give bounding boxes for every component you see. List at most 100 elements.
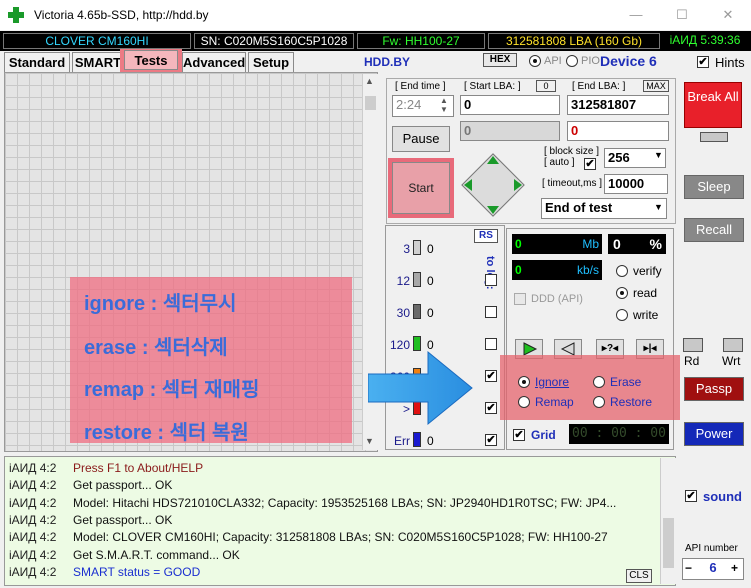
percent-value: 0 — [613, 236, 621, 252]
pio-label: PIO — [581, 55, 600, 67]
recall-button[interactable]: Recall — [684, 218, 744, 242]
block-color-swatch — [413, 304, 421, 319]
to-log-checkbox[interactable] — [485, 306, 497, 318]
sleep-button[interactable]: Sleep — [684, 175, 744, 199]
log-source: іАИД 4:2 — [9, 495, 57, 510]
end-action-dropdown-icon[interactable]: ▼ — [654, 202, 663, 212]
rs-button[interactable]: RS — [474, 229, 498, 243]
block-color-swatch — [413, 336, 421, 351]
pause-button[interactable]: Pause — [392, 126, 450, 152]
scroll-up-icon[interactable]: ▲ — [365, 76, 374, 86]
annotation-ignore: ignore : 섹터무시 — [84, 293, 237, 315]
end-lba-field-2[interactable]: 0 — [567, 121, 669, 141]
to-log-checkbox[interactable]: ✔ — [485, 402, 497, 414]
ddd-checkbox[interactable] — [514, 293, 526, 305]
read-radio[interactable] — [616, 287, 628, 299]
block-time-label: 3 — [403, 242, 410, 256]
erase-radio[interactable] — [593, 376, 605, 388]
auto-checkbox[interactable]: ✔ — [584, 158, 596, 170]
sound-checkbox[interactable]: ✔ — [685, 490, 697, 502]
verify-radio[interactable] — [616, 265, 628, 277]
log-message: Press F1 to About/HELP — [73, 461, 204, 475]
block-time-label: Err — [394, 434, 410, 448]
speed-unit: kb/s — [576, 263, 599, 277]
drive-model: CLOVER CM160HI — [3, 33, 191, 49]
log-source: іАИД 4:2 — [9, 478, 57, 493]
restore-label: Restore — [610, 395, 653, 409]
elapsed-timer: 00 : 00 : 00 — [569, 424, 669, 444]
speed-display: 0 kb/s — [512, 260, 602, 280]
log-source: іАИД 4:2 — [9, 512, 57, 527]
erase-label: Erase — [610, 375, 642, 389]
block-time-label: 30 — [396, 306, 410, 320]
start-button[interactable]: Start — [392, 162, 450, 214]
ignore-radio[interactable] — [518, 376, 530, 388]
power-button[interactable]: Power — [684, 422, 744, 446]
log-message: Model: Hitachi HDS721010CLA332; Capacity… — [73, 495, 617, 510]
tab-smart[interactable]: SMART — [72, 52, 124, 72]
mb-display: 0 Mb — [512, 234, 602, 254]
block-color-swatch — [413, 240, 421, 255]
log-message: Get passport... OK — [73, 512, 173, 527]
api-plus-icon[interactable]: + — [731, 561, 738, 575]
log-message: Get passport... OK — [73, 478, 173, 493]
scroll-down-icon[interactable]: ▼ — [365, 436, 374, 446]
hex-button[interactable]: HEX — [483, 53, 517, 67]
block-count: 0 — [427, 434, 434, 448]
end-lba-field[interactable]: 312581807 — [567, 95, 669, 115]
to-log-checkbox[interactable] — [485, 274, 497, 286]
clock: іАИД 5:39:36 — [669, 33, 741, 47]
title-bar: Victoria 4.65b-SSD, http://hdd.by — ☐ ✕ — [0, 0, 751, 30]
scroll-thumb[interactable] — [365, 96, 376, 110]
annotation-erase: erase : 섹터삭제 — [84, 337, 228, 359]
end-time-label: [ End time ] — [395, 81, 446, 92]
block-color-swatch — [413, 432, 421, 447]
seek-icon: ▸?◂ — [601, 343, 619, 354]
hints-checkbox[interactable]: ✔ — [697, 56, 709, 68]
ddd-label: DDD (API) — [531, 293, 583, 305]
api-radio[interactable] — [529, 55, 541, 67]
verify-label: verify — [633, 264, 662, 278]
grid-checkbox[interactable]: ✔ — [513, 429, 525, 441]
tab-tests[interactable]: Tests — [124, 50, 178, 70]
remap-radio[interactable] — [518, 396, 530, 408]
mode-highlight — [500, 355, 680, 420]
maximize-button[interactable]: ☐ — [659, 0, 705, 30]
log-scrollbar[interactable] — [660, 458, 676, 584]
start-lba-field[interactable]: 0 — [460, 95, 560, 115]
tab-setup[interactable]: Setup — [248, 52, 294, 72]
to-log-checkbox[interactable]: ✔ — [485, 434, 497, 446]
speed-value: 0 — [515, 263, 522, 277]
brand-label: HDD.BY — [364, 55, 411, 69]
wrt-label: Wrt — [722, 354, 741, 368]
block-size-dropdown-icon[interactable]: ▼ — [654, 150, 663, 160]
minimize-button[interactable]: — — [613, 0, 659, 30]
passp-button[interactable]: Passp — [684, 377, 744, 401]
write-radio[interactable] — [616, 309, 628, 321]
pio-radio[interactable] — [566, 55, 578, 67]
close-button[interactable]: ✕ — [705, 0, 751, 30]
to-log-checkbox[interactable]: ✔ — [485, 370, 497, 382]
restore-radio[interactable] — [593, 396, 605, 408]
tab-advanced[interactable]: Advanced — [182, 52, 246, 72]
tab-standard[interactable]: Standard — [4, 52, 70, 72]
start-lba-zero-button[interactable]: 0 — [536, 80, 556, 92]
block-size-text: [ block size ] — [544, 146, 600, 157]
log-scroll-thumb[interactable] — [663, 518, 674, 568]
drive-info-bar: CLOVER CM160HI SN: C020M5S160C5P1028 Fw:… — [0, 31, 751, 51]
break-all-button[interactable]: Break All — [684, 82, 742, 128]
api-minus-icon[interactable]: − — [685, 561, 692, 575]
direction-pad[interactable] — [460, 152, 526, 218]
to-log-checkbox[interactable] — [485, 338, 497, 350]
end-lba-label: [ End LBA: ] — [572, 81, 626, 92]
annotation-restore: restore : 섹터 복원 — [84, 422, 249, 444]
log-message: Get S.M.A.R.T. command... OK — [73, 547, 240, 562]
read-label: read — [633, 286, 658, 300]
log-row: іАИД 4:2 SMART status = GOOD — [9, 565, 200, 579]
start-lba-label: [ Start LBA: ] — [464, 81, 521, 92]
timeout-field[interactable]: 10000 — [604, 174, 668, 194]
end-lba-max-button[interactable]: MAX — [643, 80, 669, 92]
spin-icon[interactable]: ▲ ▼ — [440, 96, 448, 114]
end-action-select[interactable]: End of test — [541, 198, 667, 219]
cls-button[interactable]: CLS — [626, 569, 652, 583]
